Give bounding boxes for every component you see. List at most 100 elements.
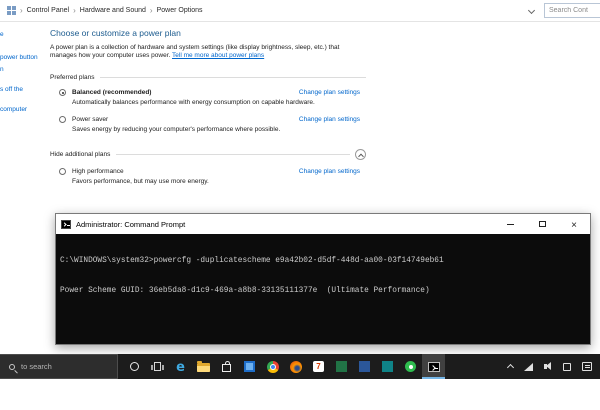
plan-name: High performance	[72, 168, 124, 175]
photos-icon	[244, 361, 255, 372]
sidebar-link-fragment[interactable]: e	[0, 31, 4, 38]
minimize-button[interactable]	[494, 214, 526, 234]
plan-description: Favors performance, but may use more ene…	[72, 178, 209, 185]
edge-icon	[176, 358, 185, 376]
taskbar-button-app-green[interactable]	[330, 354, 353, 379]
command-prompt-icon	[61, 219, 71, 229]
taskbar-button-file-explorer[interactable]	[192, 354, 215, 379]
plan-description: Saves energy by reducing your computer's…	[72, 126, 281, 133]
taskbar-button-chrome[interactable]	[261, 354, 284, 379]
taskbar-button-photos[interactable]	[238, 354, 261, 379]
close-button[interactable]	[558, 214, 590, 234]
search-input[interactable]	[544, 3, 600, 18]
network-icon	[524, 362, 533, 371]
taskbar-button-app-teal[interactable]	[376, 354, 399, 379]
app-blue-icon	[359, 361, 370, 372]
maximize-button[interactable]	[526, 214, 558, 234]
command-prompt-window: Administrator: Command Prompt C:\WINDOWS…	[55, 213, 591, 345]
breadcrumb-separator: ›	[20, 6, 23, 15]
power-plan-panel: Choose or customize a power plan A power…	[50, 28, 366, 185]
chrome-icon	[266, 360, 279, 373]
cmd-window-title: Administrator: Command Prompt	[76, 219, 186, 229]
control-panel-icon	[7, 6, 16, 15]
plan-high-performance: High performance Change plan settings Fa…	[50, 168, 366, 185]
tray-network[interactable]	[524, 362, 533, 371]
task-view-icon	[151, 362, 164, 371]
cmd-titlebar[interactable]: Administrator: Command Prompt	[56, 214, 590, 234]
store-icon	[222, 361, 231, 372]
breadcrumb-separator: ›	[73, 6, 76, 15]
app-green-icon	[336, 361, 347, 372]
cortana-icon	[130, 362, 139, 371]
taskbar-button-app-red[interactable]	[307, 354, 330, 379]
plan-name: Power saver	[72, 116, 109, 123]
firefox-icon	[289, 360, 302, 373]
taskbar-search-text: to search	[21, 362, 52, 371]
change-plan-settings-link-high-performance[interactable]: Change plan settings	[299, 168, 360, 175]
chevron-up-icon	[506, 363, 515, 372]
maximize-icon	[538, 221, 546, 227]
radio-high-performance[interactable]	[59, 168, 66, 175]
breadcrumb-separator: ›	[149, 6, 153, 15]
close-icon	[571, 215, 577, 233]
taskbar-button-command-prompt-active[interactable]	[422, 354, 445, 379]
collapse-section-button[interactable]	[355, 149, 366, 160]
taskbar-search-box[interactable]: to search	[0, 354, 118, 379]
console-output[interactable]: C:\WINDOWS\system32>powercfg -duplicates…	[56, 234, 590, 344]
tray-show-hidden-icons[interactable]	[506, 363, 515, 372]
app-circle-icon	[405, 361, 416, 372]
taskbar-button-cortana[interactable]	[123, 354, 146, 379]
tell-me-more-link[interactable]: Tell me more about power plans	[172, 52, 264, 59]
taskbar-button-firefox[interactable]	[284, 354, 307, 379]
search-icon	[9, 363, 15, 370]
app-teal-icon	[382, 361, 393, 372]
console-line: Power Scheme GUID: 36eb5da8-d1c9-469a-a8…	[60, 287, 430, 295]
screen: › Control Panel › Hardware and Sound › P…	[0, 0, 600, 410]
sidebar-link-fragment[interactable]: s off the	[0, 86, 23, 93]
plan-power-saver: Power saver Change plan settings Saves e…	[50, 116, 366, 133]
intro-paragraph: A power plan is a collection of hardware…	[50, 44, 366, 60]
page-title: Choose or customize a power plan	[50, 28, 181, 38]
breadcrumb-bar: › Control Panel › Hardware and Sound › P…	[0, 0, 600, 22]
taskbar-apps	[123, 354, 445, 379]
taskbar-button-store[interactable]	[215, 354, 238, 379]
chevron-down-icon[interactable]	[527, 6, 536, 15]
action-center-icon	[582, 362, 592, 371]
sidebar-link-fragment[interactable]: power button	[0, 54, 38, 61]
preferred-plans-section-header: Preferred plans	[50, 74, 366, 81]
breadcrumb-power-options[interactable]: Power Options	[157, 7, 203, 14]
keyboard-icon	[563, 362, 571, 371]
hidden-plans-section-header: Hide additional plans	[50, 149, 366, 160]
console-line: C:\WINDOWS\system32>powercfg -duplicates…	[60, 257, 444, 265]
command-prompt-icon	[427, 361, 440, 372]
system-tray	[506, 354, 600, 379]
radio-power-saver[interactable]	[59, 116, 66, 123]
taskbar-button-app-blue[interactable]	[353, 354, 376, 379]
radio-balanced[interactable]	[59, 89, 66, 96]
minimize-icon	[506, 223, 514, 225]
chevron-up-icon	[357, 153, 364, 159]
taskbar-button-task-view[interactable]	[146, 354, 169, 379]
breadcrumb-hardware-and-sound[interactable]: Hardware and Sound	[80, 7, 146, 14]
section-divider	[100, 77, 366, 78]
taskbar: to search	[0, 354, 600, 379]
breadcrumb-control-panel[interactable]: Control Panel	[27, 7, 69, 14]
change-plan-settings-link-balanced[interactable]: Change plan settings	[299, 89, 360, 96]
plan-balanced: Balanced (recommended) Change plan setti…	[50, 89, 366, 106]
sidebar-link-fragment[interactable]: n	[0, 66, 4, 73]
taskbar-button-edge[interactable]	[169, 354, 192, 379]
tray-volume[interactable]	[544, 362, 552, 370]
window-controls	[494, 214, 590, 234]
taskbar-button-app-circle[interactable]	[399, 354, 422, 379]
tray-input-indicator[interactable]	[563, 362, 571, 371]
change-plan-settings-link-power-saver[interactable]: Change plan settings	[299, 116, 360, 123]
tray-action-center[interactable]	[582, 362, 592, 371]
sidebar-link-fragment[interactable]: computer	[0, 106, 27, 113]
plan-description: Automatically balances performance with …	[72, 99, 315, 106]
section-divider	[116, 154, 350, 155]
preferred-plans-label: Preferred plans	[50, 74, 95, 81]
file-explorer-icon	[197, 361, 210, 372]
volume-icon	[544, 362, 551, 370]
sidebar-task-links: e power button n s off the computer	[0, 22, 46, 172]
